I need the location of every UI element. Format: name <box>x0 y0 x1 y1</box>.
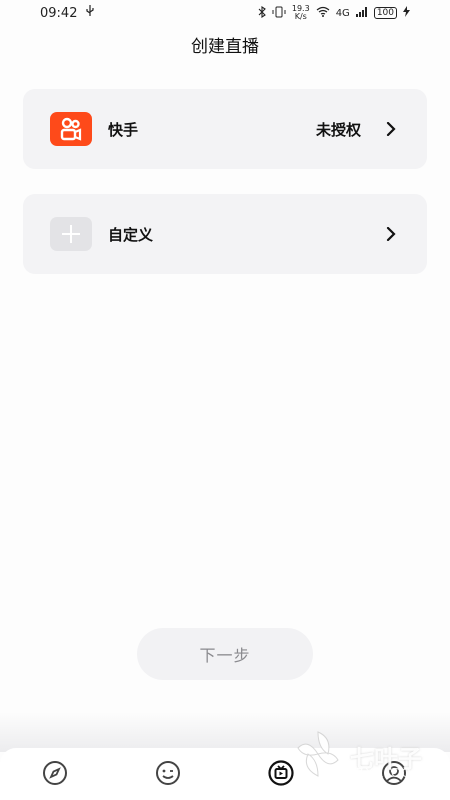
bluetooth-icon <box>258 5 266 21</box>
plus-icon <box>50 217 92 251</box>
next-step-button[interactable]: 下一步 <box>137 628 313 680</box>
battery-indicator: 100 <box>373 7 397 19</box>
vibrate-icon <box>272 6 286 21</box>
network-type: 4G <box>335 7 350 19</box>
leaf-logo-icon <box>292 728 344 784</box>
status-bar: 09:42 19.3 K/s 4G 100 <box>0 0 450 26</box>
chevron-right-icon <box>383 226 399 242</box>
charging-icon <box>403 6 410 20</box>
wifi-icon <box>316 6 330 20</box>
net-speed: 19.3 K/s <box>292 5 310 21</box>
compass-icon <box>41 759 69 791</box>
tab-interaction[interactable] <box>153 760 183 790</box>
status-right: 19.3 K/s 4G 100 <box>258 5 410 21</box>
usb-icon <box>85 5 95 21</box>
tab-discover[interactable] <box>40 760 70 790</box>
watermark-subtext: 7YZ.COM <box>356 766 426 780</box>
auth-status: 未授权 <box>315 120 361 139</box>
watermark: 七叶子 7YZ.COM <box>292 726 442 786</box>
signal-icon <box>355 6 368 20</box>
net-speed-unit: K/s <box>294 12 307 21</box>
status-time: 09:42 <box>40 5 78 21</box>
platform-name: 快手 <box>108 120 139 139</box>
chevron-right-icon <box>383 121 399 137</box>
platform-name: 自定义 <box>108 225 154 244</box>
platform-card-kuaishou[interactable]: 快手 未授权 <box>23 89 427 169</box>
page-title: 创建直播 <box>191 37 259 57</box>
face-icon <box>154 759 182 791</box>
kuaishou-logo-icon <box>50 112 92 146</box>
status-left: 09:42 <box>40 5 95 21</box>
live-tv-icon <box>267 759 295 791</box>
platform-card-custom[interactable]: 自定义 <box>23 194 427 274</box>
